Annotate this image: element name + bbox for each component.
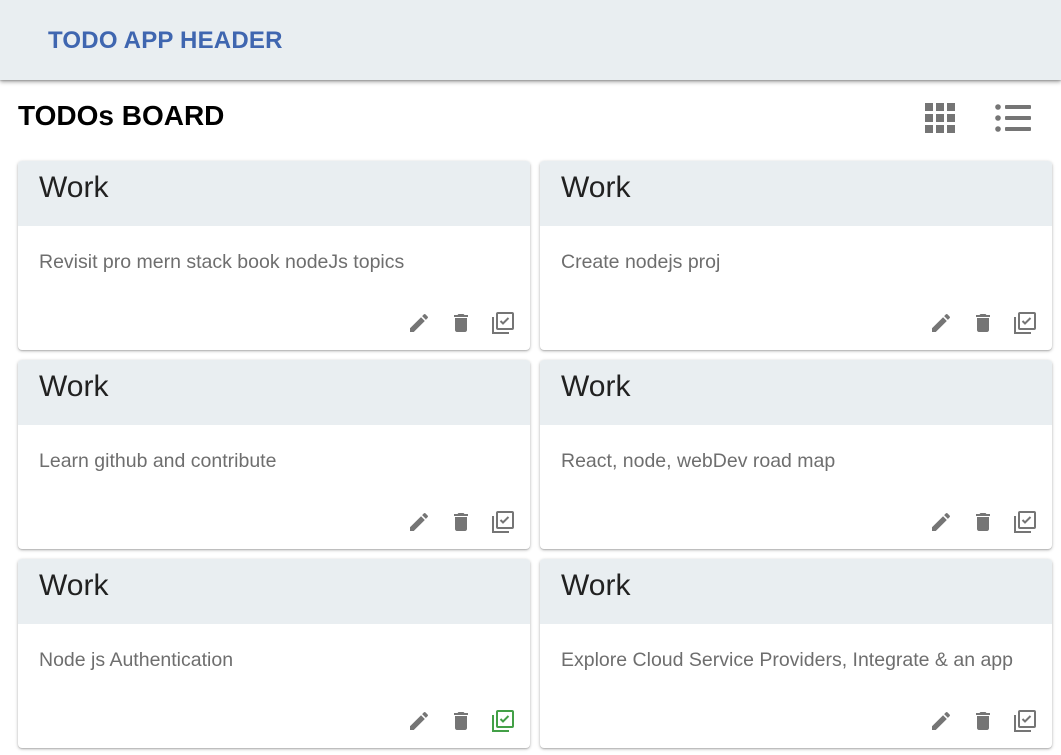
todo-category: Work (540, 161, 1052, 226)
todo-card: Work Explore Cloud Service Providers, Int… (540, 559, 1052, 748)
complete-icon[interactable] (1012, 509, 1038, 535)
delete-icon[interactable] (970, 509, 996, 535)
delete-icon[interactable] (970, 310, 996, 336)
edit-icon[interactable] (406, 310, 432, 336)
todo-card: Work Revisit pro mern stack book nodeJs t… (18, 161, 530, 350)
todo-category: Work (18, 161, 530, 226)
complete-icon[interactable] (490, 310, 516, 336)
list-view-button[interactable] (991, 98, 1035, 138)
delete-icon[interactable] (448, 708, 474, 734)
edit-icon[interactable] (928, 708, 954, 734)
todo-text: Explore Cloud Service Providers, Integra… (561, 649, 1013, 671)
todo-card: Work Node js Authentication (18, 559, 530, 748)
todo-text: Learn github and contribute (39, 450, 277, 472)
todo-text: React, node, webDev road map (561, 450, 836, 472)
complete-icon[interactable] (1012, 310, 1038, 336)
todo-category: Work (540, 360, 1052, 425)
delete-icon[interactable] (448, 310, 474, 336)
todo-card: Work Learn github and contribute (18, 360, 530, 549)
edit-icon[interactable] (406, 509, 432, 535)
delete-icon[interactable] (970, 708, 996, 734)
board-title: TODOs BOARD (18, 100, 225, 131)
todo-card: Work React, node, webDev road map (540, 360, 1052, 549)
edit-icon[interactable] (406, 708, 432, 734)
todo-actions (390, 708, 516, 734)
todo-category: Work (540, 559, 1052, 624)
complete-icon[interactable] (490, 708, 516, 734)
todo-actions (912, 509, 1038, 535)
todo-card: Work Create nodejs proj (540, 161, 1052, 350)
todo-actions (912, 310, 1038, 336)
todo-actions (912, 708, 1038, 734)
edit-icon[interactable] (928, 310, 954, 336)
list-view-icon (995, 104, 1031, 132)
todo-category: Work (18, 559, 530, 624)
todo-text: Node js Authentication (39, 649, 234, 671)
grid-view-button[interactable] (918, 98, 962, 138)
complete-icon[interactable] (1012, 708, 1038, 734)
app-title: TODO APP HEADER (48, 27, 283, 54)
todo-text: Create nodejs proj (561, 251, 721, 273)
delete-icon[interactable] (448, 509, 474, 535)
todo-text: Revisit pro mern stack book nodeJs topic… (39, 251, 405, 273)
todo-actions (390, 509, 516, 535)
todo-actions (390, 310, 516, 336)
edit-icon[interactable] (928, 509, 954, 535)
complete-icon[interactable] (490, 509, 516, 535)
grid-view-icon (925, 103, 955, 133)
todo-category: Work (18, 360, 530, 425)
app-header: TODO APP HEADER (0, 0, 1061, 80)
